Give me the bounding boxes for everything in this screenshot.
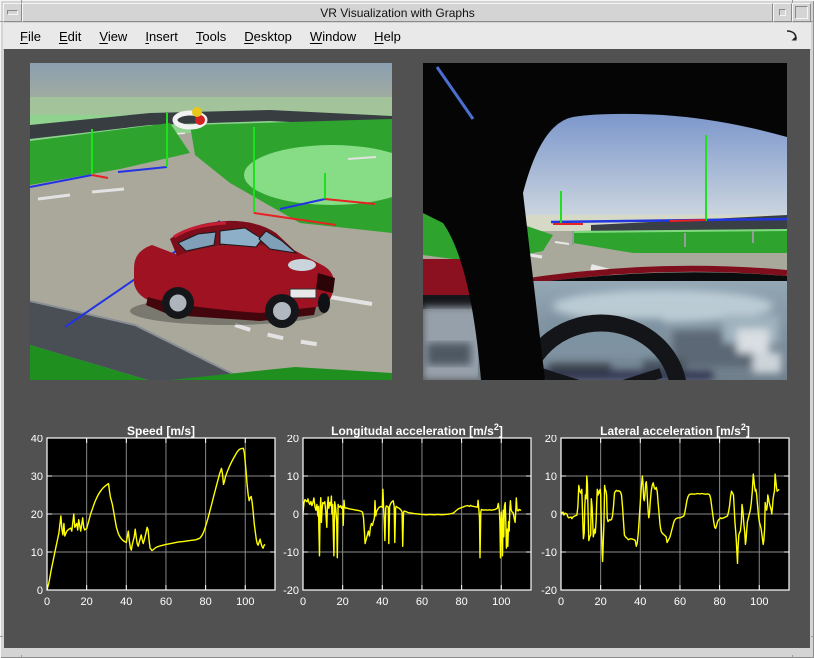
minimize-icon (779, 9, 786, 16)
speed-plot: 0 20 40 60 80 100 0 10 20 30 40 (31, 433, 276, 608)
x-tick-label: 40 (634, 596, 646, 608)
dock-figure-icon[interactable] (783, 27, 801, 45)
x-tick-label: 0 (558, 596, 564, 608)
menu-item-window[interactable]: Window (310, 29, 356, 44)
rear-wheel-rim (169, 294, 187, 312)
menu-item-desktop[interactable]: Desktop (244, 29, 292, 44)
y-tick-label: 20 (31, 509, 43, 521)
frame-notch (0, 636, 3, 637)
chart-title: Speed [m/s] (47, 419, 275, 438)
x-tick-label: 60 (160, 596, 172, 608)
window-title: VR Visualization with Graphs (320, 5, 475, 20)
car-headlight (288, 259, 316, 271)
y-tick-label: 0 (551, 509, 557, 521)
x-tick-label: 0 (44, 596, 50, 608)
y-tick-label: 40 (31, 435, 43, 445)
vr-scene-exterior[interactable] (30, 63, 392, 380)
lateral-acceleration-chart: Lateral acceleration [m/s2] 0 20 40 60 80 100… (539, 419, 795, 615)
x-tick-label: 80 (713, 596, 725, 608)
x-tick-label: 100 (492, 596, 510, 608)
y-tick-label: -20 (541, 585, 557, 597)
door-shadow (427, 343, 471, 365)
x-tick-label: 80 (455, 596, 467, 608)
titlebar[interactable]: VR Visualization with Graphs (22, 3, 773, 22)
x-tick-label: 0 (300, 596, 306, 608)
x-tick-label: 100 (750, 596, 768, 608)
window: VR Visualization with Graphs File Edit Vie… (0, 0, 814, 658)
maximize-button[interactable] (792, 3, 811, 22)
chart-title: Lateral acceleration [m/s2] (561, 419, 789, 438)
y-tick-label: -10 (283, 547, 299, 559)
menu-item-insert[interactable]: Insert (145, 29, 178, 44)
x-tick-label: 60 (416, 596, 428, 608)
longitudinal-acceleration-plot: 0 20 40 60 80 100 -20 -10 0 10 20 (283, 433, 532, 608)
menu-item-help[interactable]: Help (374, 29, 401, 44)
vr-scene-driver[interactable] (423, 63, 787, 380)
window-menu-icon (7, 10, 18, 15)
x-tick-label: 40 (376, 596, 388, 608)
y-tick-label: -10 (541, 547, 557, 559)
y-tick-label: 10 (545, 471, 557, 483)
menubar-items: File Edit View Insert Tools Desktop Window Help (3, 29, 783, 44)
figure-canvas: Speed [m/s] 0 20 40 60 80 100 0 10 20 30 40 Longit… (4, 49, 810, 648)
x-tick-label: 80 (199, 596, 211, 608)
y-tick-label: 30 (31, 471, 43, 483)
license-plate (289, 288, 317, 299)
y-tick-label: 10 (31, 547, 43, 559)
speed-chart: Speed [m/s] 0 20 40 60 80 100 0 10 20 30 40 (25, 419, 281, 615)
chart-title: Longitudal acceleration [m/s2] (303, 419, 531, 438)
front-wheel-rim (273, 302, 291, 320)
y-tick-label: 20 (545, 435, 557, 445)
longitudinal-acceleration-chart: Longitudal acceleration [m/s2] 0 20 40 60 80… (281, 419, 537, 615)
y-tick-label: 0 (37, 585, 43, 597)
y-tick-label: 20 (287, 435, 299, 445)
y-tick-label: 10 (287, 471, 299, 483)
x-tick-label: 20 (81, 596, 93, 608)
x-tick-label: 100 (236, 596, 254, 608)
x-tick-label: 40 (120, 596, 132, 608)
menu-item-edit[interactable]: Edit (59, 29, 81, 44)
minimize-button[interactable] (773, 3, 792, 22)
menu-item-view[interactable]: View (99, 29, 127, 44)
window-menu-button[interactable] (3, 3, 22, 22)
far-wheel (318, 293, 330, 313)
menu-item-tools[interactable]: Tools (196, 29, 226, 44)
title-row: VR Visualization with Graphs (3, 3, 811, 22)
x-tick-label: 60 (674, 596, 686, 608)
lateral-acceleration-plot: 0 20 40 60 80 100 -20 -10 0 10 20 (541, 433, 790, 608)
y-tick-label: 0 (293, 509, 299, 521)
menubar: File Edit View Insert Tools Desktop Window Help (3, 23, 811, 50)
x-tick-label: 20 (337, 596, 349, 608)
driver-scene-image (423, 63, 787, 380)
y-tick-label: -20 (283, 585, 299, 597)
x-tick-label: 20 (595, 596, 607, 608)
menu-item-file[interactable]: File (20, 29, 41, 44)
exterior-scene-image (30, 63, 392, 380)
maximize-icon (795, 6, 808, 19)
